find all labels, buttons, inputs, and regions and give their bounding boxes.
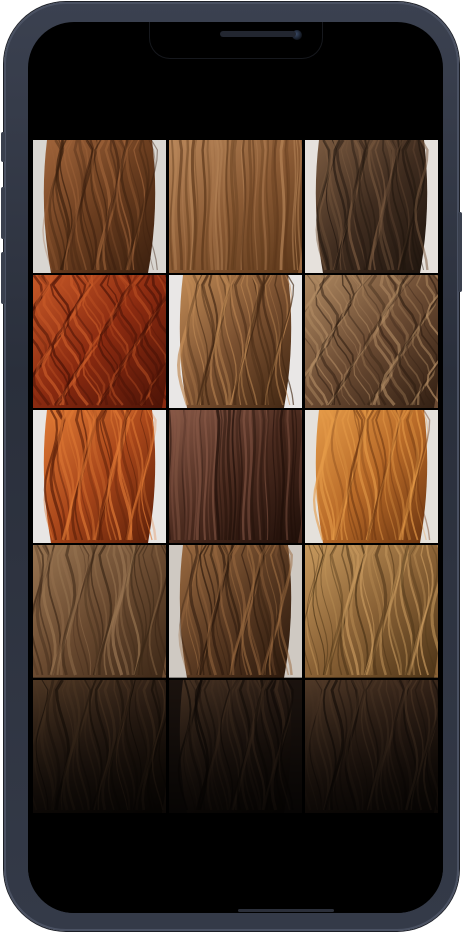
hair-photo-tile-curly-mocha-highlights[interactable]	[305, 275, 438, 408]
hair-photo-tile-wavy-honey-bronze[interactable]	[305, 545, 438, 678]
hair-photo-tile-wavy-mushroom-brown[interactable]	[33, 545, 166, 678]
hair-photo	[169, 140, 302, 273]
hair-photo	[305, 275, 438, 408]
hair-photo	[305, 680, 438, 813]
hair-photo-tile-wavy-dark-brown[interactable]	[305, 140, 438, 273]
hair-photo-tile-bob-caramel-brown[interactable]	[169, 275, 302, 408]
hair-photo-tile-wavy-copper-orange[interactable]	[33, 410, 166, 543]
hair-photo-tile-wavy-deep-brown[interactable]	[33, 680, 166, 813]
hair-photo	[169, 680, 302, 813]
hair-photo	[305, 545, 438, 678]
hair-photo	[305, 140, 438, 273]
hair-photo-tile-wavy-chestnut-brown[interactable]	[169, 545, 302, 678]
hair-photo	[33, 545, 166, 678]
volume-down-button	[1, 252, 5, 304]
speaker-grille	[220, 31, 296, 37]
home-indicator[interactable]	[238, 909, 334, 912]
hair-photo-tile-wavy-cocoa[interactable]	[305, 680, 438, 813]
volume-up-button	[1, 187, 5, 239]
hair-photo	[33, 680, 166, 813]
hair-photo-tile-straight-dark-chocolate[interactable]	[169, 410, 302, 543]
hair-photo-tile-curly-copper-red[interactable]	[33, 275, 166, 408]
hair-photo	[33, 275, 166, 408]
hair-photo	[33, 410, 166, 543]
hair-photo	[305, 410, 438, 543]
hair-photo-tile-wavy-golden-copper[interactable]	[305, 410, 438, 543]
hair-photo-tile-wavy-espresso[interactable]	[169, 680, 302, 813]
hair-photo	[33, 140, 166, 273]
hair-photo	[169, 410, 302, 543]
silent-switch	[1, 132, 5, 162]
hair-photo-tile-wavy-auburn-brown[interactable]	[33, 140, 166, 273]
power-button	[458, 212, 462, 292]
hair-photo	[169, 545, 302, 678]
hair-photo-grid	[33, 140, 438, 813]
notch	[150, 22, 322, 58]
screen	[28, 22, 443, 913]
hair-photo-tile-straight-light-brown[interactable]	[169, 140, 302, 273]
phone-frame	[1, 2, 462, 931]
hair-photo	[169, 275, 302, 408]
